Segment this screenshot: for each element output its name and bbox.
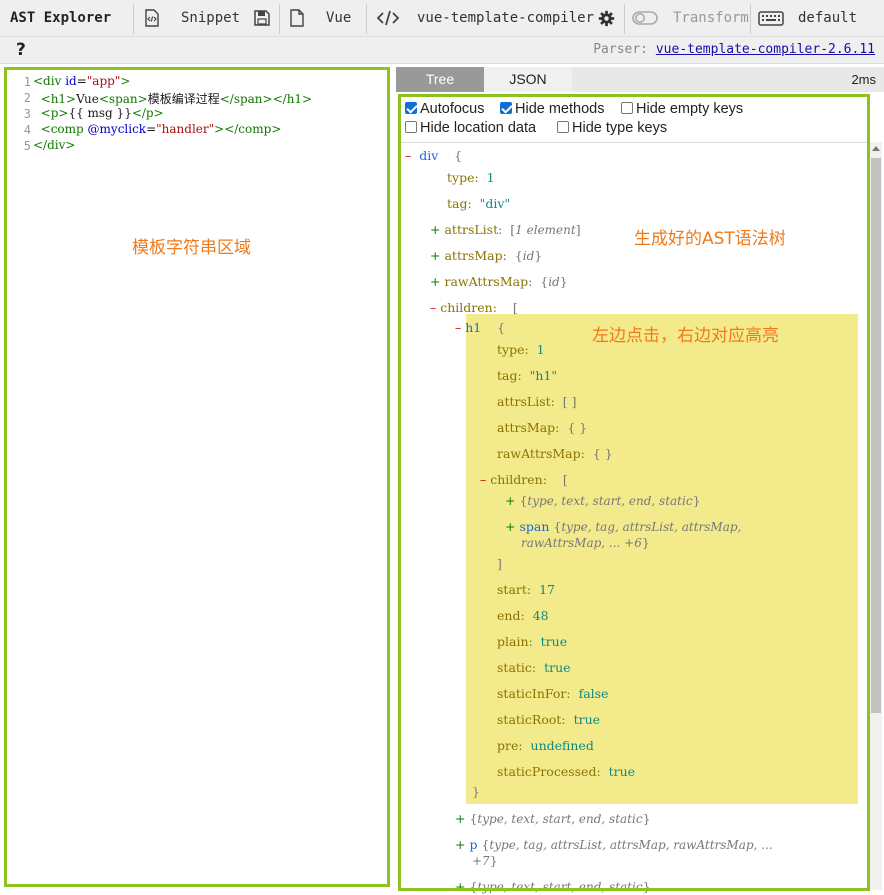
- tree-node-p[interactable]: + p {type, tag, attrsList, attrsMap, raw…: [455, 837, 773, 852]
- transform-toggle[interactable]: Transform: [673, 0, 749, 37]
- tree-node-text[interactable]: + {type, text, start, end, static}: [505, 493, 701, 508]
- tree-prop[interactable]: type: 1: [447, 170, 495, 185]
- keyboard-icon[interactable]: [758, 8, 784, 28]
- toolbar-divider: [366, 4, 367, 34]
- tree-prop[interactable]: – children: [: [480, 472, 568, 487]
- save-icon[interactable]: [252, 8, 272, 28]
- output-tabs: Tree JSON 2ms: [396, 67, 884, 92]
- hide-location-data-option[interactable]: Hide location data: [405, 120, 536, 136]
- gear-icon[interactable]: [598, 10, 615, 27]
- snippet-icon[interactable]: [142, 8, 162, 28]
- scrollbar[interactable]: [870, 142, 882, 890]
- highlight-annotation: 左边点击，右边对应高亮: [592, 326, 779, 346]
- tree-prop[interactable]: + attrsList: [1 element]: [430, 222, 581, 237]
- parser-select[interactable]: vue-template-compiler: [417, 0, 594, 37]
- line-number: 4: [23, 123, 31, 137]
- parser-prefix: Parser:: [593, 42, 649, 57]
- tree-node-h1[interactable]: – h1 {: [455, 320, 505, 335]
- tree-node-text[interactable]: + {type, text, start, end, static}: [455, 811, 651, 826]
- tab-json[interactable]: JSON: [484, 67, 572, 92]
- line-number: 3: [23, 107, 31, 121]
- parser-version-link[interactable]: vue-template-compiler-2.6.11: [656, 42, 875, 57]
- tree-node-text[interactable]: + {type, text, start, end, static}: [455, 879, 651, 894]
- parse-time: 2ms: [851, 72, 876, 87]
- parser-info: Parser: vue-template-compiler-2.6.11: [593, 42, 875, 57]
- tree-prop[interactable]: – children: [: [430, 300, 518, 315]
- editor-annotation: 模板字符串区域: [132, 238, 251, 258]
- help-button[interactable]: ?: [16, 40, 26, 60]
- tree-prop[interactable]: attrsMap: { }: [497, 420, 587, 435]
- tab-tree[interactable]: Tree: [396, 67, 484, 92]
- hide-methods-option[interactable]: Hide methods: [500, 101, 604, 117]
- tree-options: Autofocus Hide methods Hide empty keys H…: [401, 97, 867, 143]
- tree-node-span-more: rawAttrsMap, ... +6}: [521, 535, 650, 550]
- tree-prop[interactable]: + rawAttrsMap: {id}: [430, 274, 568, 289]
- code-line[interactable]: <p>{{ msg }}</p>: [33, 106, 164, 120]
- tree-prop[interactable]: tag: "h1": [497, 368, 557, 383]
- secondary-toolbar: ? Parser: vue-template-compiler-2.6.11: [0, 37, 884, 64]
- toolbar-divider: [750, 4, 751, 34]
- tree-prop[interactable]: + attrsMap: {id}: [430, 248, 542, 263]
- line-number: 2: [23, 91, 31, 105]
- autofocus-checkbox[interactable]: [405, 102, 417, 114]
- keymap-select[interactable]: default: [798, 0, 857, 37]
- code-line[interactable]: </div>: [33, 138, 75, 152]
- toolbar: AST Explorer Snippet Vue vue-template-co…: [0, 0, 884, 37]
- tree-bracket: }: [472, 784, 480, 799]
- tree-prop[interactable]: end: 48: [497, 608, 549, 623]
- language-select[interactable]: Vue: [326, 0, 351, 37]
- tree-bracket: ]: [497, 556, 502, 571]
- toolbar-divider: [279, 4, 280, 34]
- line-number: 5: [23, 139, 31, 153]
- tree-node-span[interactable]: + span {type, tag, attrsList, attrsMap,: [505, 519, 741, 534]
- toggle-off-icon[interactable]: [632, 8, 658, 28]
- autofocus-option[interactable]: Autofocus: [405, 101, 485, 117]
- ast-annotation: 生成好的AST语法树: [634, 229, 786, 249]
- line-number: 1: [23, 75, 31, 89]
- hide-empty-keys-checkbox[interactable]: [621, 102, 633, 114]
- toolbar-divider: [624, 4, 625, 34]
- tree-prop[interactable]: static: true: [497, 660, 571, 675]
- code-editor[interactable]: 1 2 3 4 5 <div id="app"> <h1>Vue<span>模板…: [4, 67, 390, 887]
- hide-empty-keys-option[interactable]: Hide empty keys: [621, 101, 743, 117]
- scroll-thumb[interactable]: [871, 158, 881, 713]
- tree-prop[interactable]: staticRoot: true: [497, 712, 600, 727]
- file-icon[interactable]: [287, 8, 307, 28]
- scroll-up-icon[interactable]: [872, 146, 880, 151]
- tree-prop[interactable]: type: 1: [497, 342, 545, 357]
- app-title: AST Explorer: [10, 10, 112, 26]
- tree-prop[interactable]: rawAttrsMap: { }: [497, 446, 613, 461]
- tree-node-div[interactable]: – div {: [405, 148, 462, 163]
- hide-type-keys-option[interactable]: Hide type keys: [557, 120, 667, 136]
- tree-prop[interactable]: tag: "div": [447, 196, 510, 211]
- tree-prop[interactable]: staticInFor: false: [497, 686, 608, 701]
- tree-prop[interactable]: pre: undefined: [497, 738, 594, 753]
- code-line[interactable]: <div id="app">: [33, 74, 130, 88]
- hide-location-data-checkbox[interactable]: [405, 121, 417, 133]
- tree-node-p-more: +7}: [472, 853, 498, 868]
- code-icon[interactable]: [376, 8, 400, 28]
- hide-type-keys-checkbox[interactable]: [557, 121, 569, 133]
- hide-methods-checkbox[interactable]: [500, 102, 512, 114]
- tree-prop[interactable]: attrsList: [ ]: [497, 394, 577, 409]
- tree-prop[interactable]: start: 17: [497, 582, 555, 597]
- tree-prop[interactable]: plain: true: [497, 634, 567, 649]
- code-line[interactable]: <h1>Vue<span>模板编译过程</span></h1>: [33, 90, 312, 107]
- snippet-menu[interactable]: Snippet: [181, 0, 240, 37]
- tree-prop[interactable]: staticProcessed: true: [497, 764, 635, 779]
- code-line[interactable]: <comp @myclick="handler"></comp>: [33, 122, 282, 136]
- toolbar-divider: [133, 4, 134, 34]
